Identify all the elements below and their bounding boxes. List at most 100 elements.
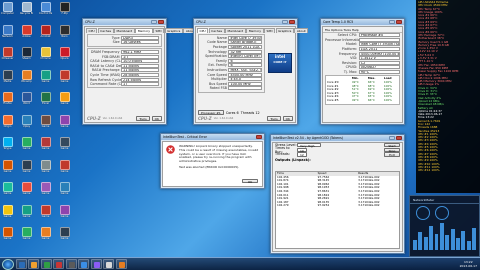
desktop-icon[interactable]: Uplay xyxy=(20,114,33,133)
close-button[interactable] xyxy=(396,20,402,24)
close-button[interactable] xyxy=(256,135,262,139)
desktop-icon[interactable]: Game xyxy=(39,159,52,178)
desktop-icon[interactable]: Excel xyxy=(39,92,52,110)
minimize-button[interactable] xyxy=(389,136,395,140)
taskbar-app-button[interactable] xyxy=(28,259,39,269)
desktop-icon[interactable]: Game xyxy=(20,137,33,155)
desktop-icon[interactable]: Game xyxy=(39,182,52,200)
desktop-icon[interactable]: Nero xyxy=(58,24,71,43)
desktop-icon[interactable]: Recycle Bin xyxy=(20,2,33,20)
tab-about[interactable]: About xyxy=(294,28,309,33)
desktop-icon[interactable]: Game xyxy=(39,204,52,223)
desktop-icon[interactable]: Computer xyxy=(1,2,14,20)
taskbar-app-button[interactable] xyxy=(115,259,127,269)
network-meter-widget[interactable]: NetworkMeter xyxy=(409,195,480,257)
system-clock[interactable]: 13:22 2013-06-17 xyxy=(460,260,480,268)
desktop-icon[interactable]: Control Panel xyxy=(39,2,52,20)
desktop-icon[interactable]: Media xyxy=(1,69,14,88)
desktop-icon[interactable]: Game xyxy=(58,69,71,88)
desktop-icon[interactable]: Network xyxy=(1,24,14,43)
minimize-button[interactable] xyxy=(389,20,395,24)
taskbar-app-button[interactable] xyxy=(103,259,114,269)
desktop-icon[interactable]: CCleaner xyxy=(1,47,14,65)
intelburntest-window[interactable]: IntelBurnTest v2.54 - by AgentGOD (Token… xyxy=(270,134,405,254)
desktop-icon[interactable]: Skype xyxy=(1,137,14,155)
minimize-button[interactable] xyxy=(282,20,288,24)
desktop-icon[interactable]: Steam xyxy=(20,47,33,65)
desktop-icon[interactable]: Firefox xyxy=(1,92,14,110)
cpuz-memory-titlebar[interactable]: CPU-Z xyxy=(83,19,166,25)
tools-button[interactable]: Tools xyxy=(136,116,150,121)
taskbar-app-button[interactable] xyxy=(78,259,89,269)
desktop-icon[interactable]: Word xyxy=(20,92,33,110)
taskbar-app-button[interactable] xyxy=(90,259,102,269)
results-table[interactable]: Time Speed Results 102.456 97.7562 3.171042e-… xyxy=(275,171,400,249)
tab-memory[interactable]: Memory xyxy=(246,28,264,33)
cpuz-memory-window[interactable]: CPU-Z CPU Caches Mainboard Memory SPD Graphic… xyxy=(82,18,198,125)
table-row[interactable]: 102.279 97.9254 3.171042e-002 xyxy=(276,204,399,208)
stress-select[interactable]: Very High xyxy=(297,143,321,148)
coretemp-window[interactable]: Core Temp 1.0 RC5 File Options Tools Hel… xyxy=(320,18,405,125)
close-button[interactable] xyxy=(289,20,295,24)
desktop-icon[interactable]: Game xyxy=(58,227,71,245)
desktop-icon[interactable]: Game xyxy=(1,227,14,245)
tab-caches[interactable]: Caches xyxy=(208,28,225,33)
desktop-icon[interactable]: 7-Zip xyxy=(58,2,71,20)
error-dialog[interactable]: IntelBurnTest - Critical Error WARNING! … xyxy=(160,133,265,189)
desktop-icon[interactable]: Game xyxy=(58,137,71,155)
start-button[interactable] xyxy=(2,258,14,270)
tab-cpu[interactable]: CPU xyxy=(86,28,98,33)
coretemp-titlebar[interactable]: Core Temp 1.0 RC5 xyxy=(321,19,404,25)
taskbar-app-button[interactable] xyxy=(53,259,64,269)
desktop-icon[interactable]: Game xyxy=(1,204,14,223)
ibt-titlebar[interactable]: IntelBurnTest v2.54 - by AgentGOD (Token… xyxy=(271,135,404,141)
error-titlebar[interactable]: IntelBurnTest - Critical Error xyxy=(161,134,264,140)
taskbar-app-button[interactable] xyxy=(65,259,77,269)
tools-button[interactable]: Tools xyxy=(267,116,281,121)
threads-input[interactable]: 12 xyxy=(297,152,307,157)
exit-button[interactable]: Exit xyxy=(384,152,400,157)
tab-spd[interactable]: SPD xyxy=(153,28,165,33)
desktop-icon[interactable]: Game xyxy=(58,114,71,133)
desktop-icon[interactable]: Game xyxy=(58,204,71,223)
desktop-icon[interactable]: Game xyxy=(39,137,52,155)
processor-select[interactable]: Processor #1 xyxy=(198,110,224,115)
desktop-icon[interactable]: Winamp xyxy=(20,69,33,88)
tab-graphics[interactable]: Graphics xyxy=(164,28,183,33)
desktop-icon[interactable]: Game xyxy=(58,159,71,178)
tab-graphics[interactable]: Graphics xyxy=(275,28,294,33)
desktop-icon[interactable]: Game xyxy=(39,69,52,88)
start-button[interactable]: Start xyxy=(384,143,400,148)
ok-button[interactable]: OK xyxy=(282,116,293,121)
close-button[interactable] xyxy=(396,136,402,140)
tab-spd[interactable]: SPD xyxy=(264,28,276,33)
cpuz-cpu-window[interactable]: CPU-Z CPU Caches Mainboard Memory SPD Graphic… xyxy=(193,18,309,125)
desktop-icon[interactable]: Game xyxy=(20,227,33,245)
cpuz-cpu-titlebar[interactable]: CPU-Z xyxy=(194,19,297,25)
desktop-icon[interactable]: Chrome xyxy=(39,47,52,65)
desktop-icon[interactable]: Acrobat xyxy=(39,24,52,43)
desktop-icon[interactable]: Opera xyxy=(58,47,71,65)
desktop-icon[interactable]: Game xyxy=(20,204,33,223)
desktop-icon[interactable]: Game xyxy=(20,182,33,200)
close-button[interactable] xyxy=(158,20,164,24)
ok-button[interactable]: OK xyxy=(242,178,258,184)
desktop-icon[interactable]: Game xyxy=(39,227,52,245)
ok-button[interactable]: OK xyxy=(151,116,162,121)
tab-mainboard[interactable]: Mainboard xyxy=(114,28,135,33)
taskbar-app-button[interactable] xyxy=(15,259,27,269)
tab-mainboard[interactable]: Mainboard xyxy=(225,28,246,33)
desktop-icon[interactable]: Game xyxy=(1,159,14,178)
desktop-icon[interactable]: Origin xyxy=(1,114,14,133)
minimize-button[interactable] xyxy=(151,20,157,24)
desktop-icon[interactable]: Adobe xyxy=(20,24,33,43)
desktop-icon[interactable]: Game xyxy=(39,114,52,133)
tab-cpu[interactable]: CPU xyxy=(197,28,209,33)
tab-memory[interactable]: Memory xyxy=(135,28,153,33)
desktop-icon[interactable]: Game xyxy=(20,159,33,178)
desktop-icon[interactable]: Game xyxy=(58,182,71,200)
desktop-icon[interactable]: Game xyxy=(1,182,14,200)
desktop-icon[interactable]: Game xyxy=(58,92,71,110)
tab-caches[interactable]: Caches xyxy=(97,28,114,33)
taskbar-app-button[interactable] xyxy=(40,259,52,269)
